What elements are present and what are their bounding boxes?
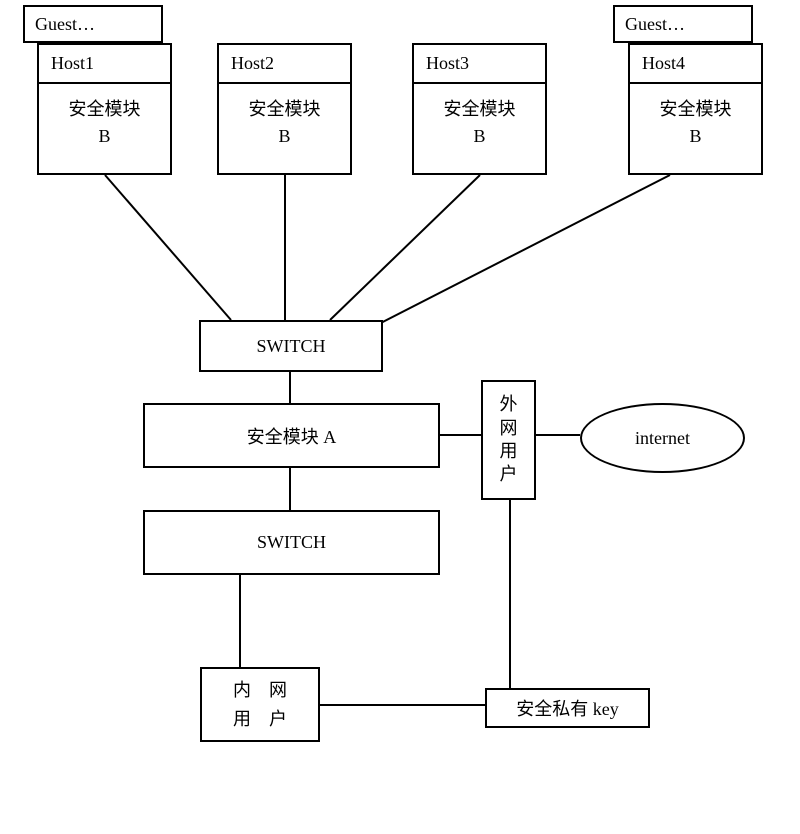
host1-name: Host1 <box>39 45 170 84</box>
guest-label-1: Guest… <box>35 14 95 35</box>
private-key-box: 安全私有 key <box>485 688 650 728</box>
security-module-a-box: 安全模块 A <box>143 403 440 468</box>
private-key-label: 安全私有 key <box>516 695 619 721</box>
guest-box-1: Guest… <box>23 5 163 43</box>
internal-user-label: 内 网 用 户 <box>233 676 287 734</box>
host3-name: Host3 <box>414 45 545 84</box>
switch-box-2: SWITCH <box>143 510 440 575</box>
external-user-label: 外 网 用 户 <box>500 393 518 487</box>
guest-label-2: Guest… <box>625 14 685 35</box>
switch-label-1: SWITCH <box>257 336 326 357</box>
internal-user-box: 内 网 用 户 <box>200 667 320 742</box>
host-box-2: Host2 安全模块 B <box>217 43 352 175</box>
internet-ellipse: internet <box>580 403 745 473</box>
internet-label: internet <box>635 428 690 449</box>
switch-label-2: SWITCH <box>257 532 326 553</box>
host1-module: 安全模块 B <box>39 84 170 162</box>
security-module-a-label: 安全模块 A <box>247 423 337 449</box>
host-box-4: Host4 安全模块 B <box>628 43 763 175</box>
host-box-3: Host3 安全模块 B <box>412 43 547 175</box>
switch-box-1: SWITCH <box>199 320 383 372</box>
host4-module: 安全模块 B <box>630 84 761 162</box>
guest-box-2: Guest… <box>613 5 753 43</box>
host4-name: Host4 <box>630 45 761 84</box>
host-box-1: Host1 安全模块 B <box>37 43 172 175</box>
external-user-box: 外 网 用 户 <box>481 380 536 500</box>
host2-module: 安全模块 B <box>219 84 350 162</box>
host3-module: 安全模块 B <box>414 84 545 162</box>
host2-name: Host2 <box>219 45 350 84</box>
